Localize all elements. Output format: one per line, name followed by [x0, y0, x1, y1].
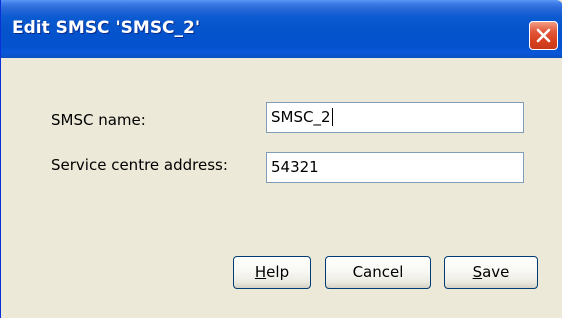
help-button[interactable]: Help — [233, 256, 311, 289]
help-mnemonic: H — [254, 263, 267, 281]
save-mnemonic: S — [472, 263, 483, 281]
save-button[interactable]: Save — [444, 256, 538, 289]
smsc-name-label: SMSC name: — [51, 111, 146, 129]
help-label-rest: elp — [266, 263, 290, 281]
close-icon — [536, 28, 551, 43]
cancel-button[interactable]: Cancel — [325, 256, 431, 289]
title-bar[interactable]: Edit SMSC 'SMSC_2' — [1, 0, 562, 58]
service-centre-address-input[interactable]: 54321 — [266, 152, 524, 183]
close-button[interactable] — [529, 21, 558, 50]
save-label-rest: ave — [482, 263, 510, 281]
service-centre-address-label: Service centre address: — [51, 156, 228, 174]
cancel-label: Cancel — [352, 263, 404, 281]
smsc-name-value: SMSC_2 — [271, 108, 331, 126]
smsc-name-input[interactable]: SMSC_2 — [266, 102, 524, 133]
service-centre-address-value: 54321 — [271, 158, 319, 176]
text-caret — [331, 107, 333, 126]
dialog-title: Edit SMSC 'SMSC_2' — [12, 18, 201, 38]
edit-smsc-dialog: Edit SMSC 'SMSC_2' SMSC name: SMSC_2 Ser… — [0, 0, 562, 318]
